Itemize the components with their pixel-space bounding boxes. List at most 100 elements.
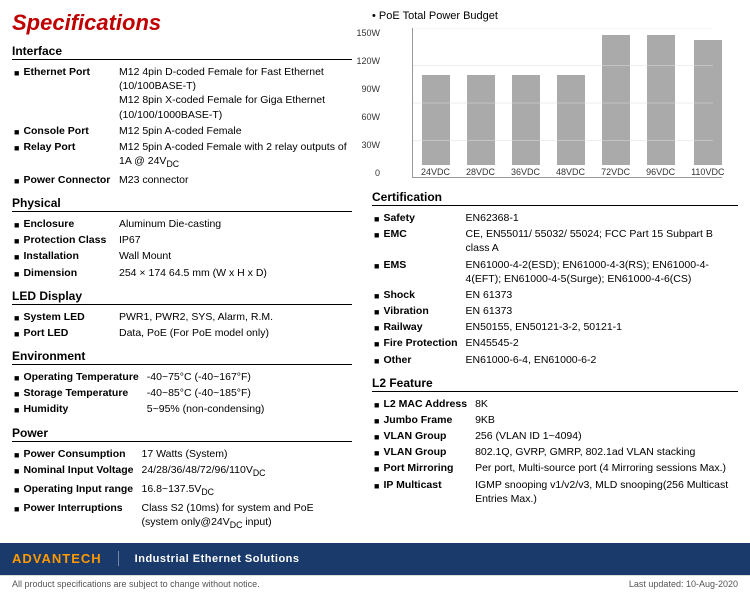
logo-prefix: AD xyxy=(12,551,33,566)
row-value: M23 connector xyxy=(117,172,352,188)
section-l2: L2 Feature xyxy=(372,376,738,392)
row-label: Railway xyxy=(383,320,422,334)
table-row: ■ Humidity 5~95% (non-condensing) xyxy=(12,401,352,417)
row-value: PWR1, PWR2, SYS, Alarm, R.M. xyxy=(117,309,352,325)
table-row: ■Installation Wall Mount xyxy=(12,248,352,264)
bullet-icon: ■ xyxy=(374,431,379,443)
row-value: Aluminum Die-casting xyxy=(117,216,352,232)
row-label: Shock xyxy=(383,288,415,302)
bullet-icon: ■ xyxy=(14,67,19,79)
bullet-icon: ■ xyxy=(374,290,379,302)
row-label: Humidity xyxy=(23,402,68,416)
table-row: ■VLAN Group 256 (VLAN ID 1~4094) xyxy=(372,428,738,444)
bar-48vdc xyxy=(557,75,585,165)
disclaimer-text: All product specifications are subject t… xyxy=(12,579,260,589)
bar-group-28vdc: 28VDC xyxy=(466,75,495,177)
right-column: PoE Total Power Budget 0 30W 60W 90W 120… xyxy=(372,10,738,533)
row-value: 5~95% (non-condensing) xyxy=(145,401,352,417)
bar-28vdc xyxy=(467,75,495,165)
row-value: EN45545-2 xyxy=(464,335,738,351)
row-value: EN61000-4-2(ESD); EN61000-4-3(RS); EN610… xyxy=(464,257,738,287)
interface-table: ■ Ethernet Port M12 4pin D-coded Female f… xyxy=(12,64,352,188)
table-row: ■ Dimension 254 × 174 64.5 mm (W x H x D) xyxy=(12,265,352,281)
l2-section: L2 Feature ■L2 MAC Address 8K ■Jumbo Fra… xyxy=(372,376,738,507)
section-interface: Interface xyxy=(12,44,352,60)
table-row: ■ Railway EN50155, EN50121-3-2, 50121-1 xyxy=(372,319,738,335)
bar-label-72vdc: 72VDC xyxy=(601,167,630,177)
row-label: Safety xyxy=(383,211,415,225)
bar-label-24vdc: 24VDC xyxy=(421,167,450,177)
table-row: ■Power Connector M23 connector xyxy=(12,172,352,188)
table-row: ■Storage Temperature -40~85°C (-40~185°F… xyxy=(12,385,352,401)
section-power: Power xyxy=(12,426,352,442)
bullet-icon: ■ xyxy=(14,268,19,280)
bar-group-72vdc: 72VDC xyxy=(601,35,630,177)
row-value: -40~75°C (-40~167°F) xyxy=(145,369,352,385)
bullet-icon: ■ xyxy=(14,404,19,416)
bar-36vdc xyxy=(512,75,540,165)
logo-highlight: V xyxy=(33,551,42,566)
table-row: ■ Vibration EN 61373 xyxy=(372,303,738,319)
bar-label-48vdc: 48VDC xyxy=(556,167,585,177)
y-label: 0 xyxy=(352,168,380,178)
bullet-icon: ■ xyxy=(374,322,379,334)
footer-logo: ADVANTECH xyxy=(12,551,119,566)
table-row: ■Operating Input range 16.8~137.5VDC xyxy=(12,481,352,500)
row-value: EN 61373 xyxy=(464,287,738,303)
bar-group-96vdc: 96VDC xyxy=(646,35,675,177)
bar-label-110vdc: 110VDC xyxy=(691,167,724,177)
row-label: Ethernet Port xyxy=(23,65,90,79)
bar-96vdc xyxy=(647,35,675,165)
row-label: VLAN Group xyxy=(383,445,446,459)
row-value: Class S2 (10ms) for system and PoE (syst… xyxy=(140,500,353,533)
row-label: Storage Temperature xyxy=(23,386,128,400)
row-value: M12 4pin D-coded Female for Fast Etherne… xyxy=(117,64,352,123)
chart-section: PoE Total Power Budget 0 30W 60W 90W 120… xyxy=(372,10,738,178)
table-row: ■Protection Class IP67 xyxy=(12,232,352,248)
table-row: ■Nominal Input Voltage 24/28/36/48/72/96… xyxy=(12,462,352,481)
chart-wrapper: 0 30W 60W 90W 120W 150W xyxy=(382,28,738,178)
row-label: Vibration xyxy=(383,304,428,318)
bar-group-110vdc: 110VDC xyxy=(691,40,724,177)
row-label: Nominal Input Voltage xyxy=(23,463,133,477)
bar-label-96vdc: 96VDC xyxy=(646,167,675,177)
row-label: Console Port xyxy=(23,124,88,138)
environment-table: ■Operating Temperature -40~75°C (-40~167… xyxy=(12,369,352,418)
chart-y-axis: 0 30W 60W 90W 120W 150W xyxy=(352,28,380,178)
y-label: 150W xyxy=(352,28,380,38)
row-value: Wall Mount xyxy=(117,248,352,264)
bullet-icon: ■ xyxy=(14,219,19,231)
bullet-icon: ■ xyxy=(374,447,379,459)
row-value: 16.8~137.5VDC xyxy=(140,481,353,500)
row-label: Dimension xyxy=(23,266,77,280)
table-row: ■L2 MAC Address 8K xyxy=(372,396,738,412)
bullet-icon: ■ xyxy=(14,372,19,384)
row-value: M12 5pin A-coded Female with 2 relay out… xyxy=(117,139,352,172)
row-label: Port LED xyxy=(23,326,68,340)
table-row: ■ Ethernet Port M12 4pin D-coded Female f… xyxy=(12,64,352,123)
y-label: 30W xyxy=(352,140,380,150)
row-value: EN50155, EN50121-3-2, 50121-1 xyxy=(464,319,738,335)
row-value: Per port, Multi-source port (4 Mirroring… xyxy=(473,460,738,476)
last-updated-text: Last updated: 10-Aug-2020 xyxy=(629,579,738,589)
page-title: Specifications xyxy=(12,10,352,36)
chart-bars: 24VDC 28VDC 36VDC 48VDC xyxy=(413,28,722,177)
bullet-icon: ■ xyxy=(374,355,379,367)
bullet-icon: ■ xyxy=(374,306,379,318)
bullet-icon: ■ xyxy=(374,415,379,427)
bullet-icon: ■ xyxy=(14,449,19,461)
table-row: ■Port LED Data, PoE (For PoE model only) xyxy=(12,325,352,341)
row-label: Relay Port xyxy=(23,140,75,154)
table-row: ■IP Multicast IGMP snooping v1/v2/v3, ML… xyxy=(372,477,738,507)
row-value: CE, EN55011/ 55032/ 55024; FCC Part 15 S… xyxy=(464,226,738,256)
row-value: IP67 xyxy=(117,232,352,248)
bar-label-28vdc: 28VDC xyxy=(466,167,495,177)
row-value: 254 × 174 64.5 mm (W x H x D) xyxy=(117,265,352,281)
row-label: Power Consumption xyxy=(23,447,125,461)
bullet-icon: ■ xyxy=(14,328,19,340)
bar-group-24vdc: 24VDC xyxy=(421,75,450,177)
section-environment: Environment xyxy=(12,349,352,365)
bullet-icon: ■ xyxy=(374,338,379,350)
row-label: Power Connector xyxy=(23,173,110,187)
row-value: EN 61373 xyxy=(464,303,738,319)
